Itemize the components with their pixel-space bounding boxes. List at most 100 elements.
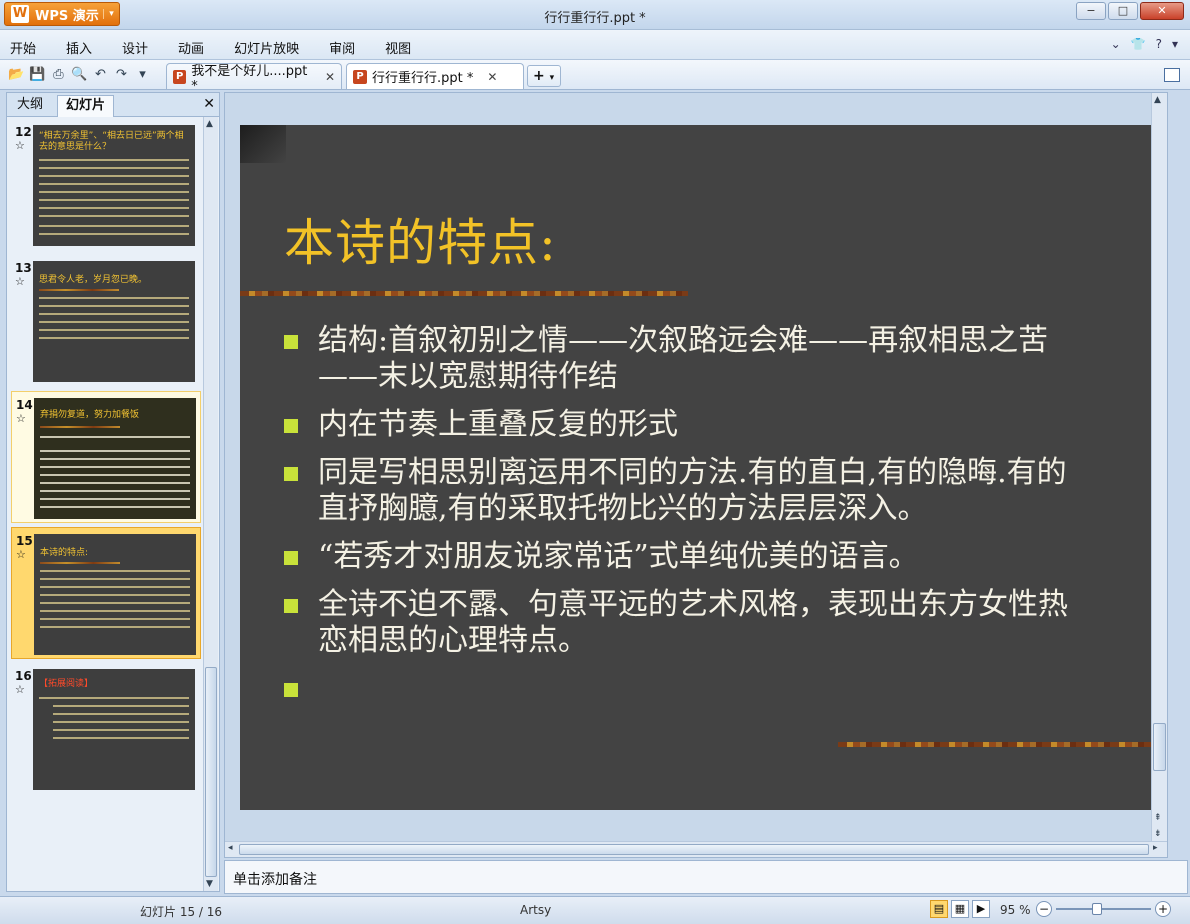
open-icon[interactable]: 📂 — [8, 66, 25, 83]
zoom-level: 95 % — [1000, 903, 1031, 917]
slide-title[interactable]: 本诗的特点: — [284, 203, 557, 275]
thumbnail-title: 本诗的特点: — [40, 548, 89, 558]
notes-area[interactable]: 单击添加备注 — [224, 860, 1188, 894]
slide-bullet-list[interactable]: 结构:首叙初别之情——次叙路远会难——再叙相思之苦——末以宽慰期待作结 内在节奏… — [284, 323, 1094, 719]
window-title: 行行重行行.ppt * — [544, 11, 646, 26]
animation-star-icon: ☆ — [16, 548, 26, 561]
bullet-item: 内在节奏上重叠反复的形式 — [284, 407, 1094, 443]
zoom-slider-handle[interactable] — [1091, 903, 1102, 915]
slide-thumbnail-12[interactable]: 12 ☆ “相去万余里”、“相去日已远”两个相去的意思是什么？ — [11, 119, 201, 251]
slide-editor: 本诗的特点: 结构:首叙初别之情——次叙路远会难——再叙相思之苦——末以宽慰期待… — [224, 92, 1168, 858]
chevron-down-icon[interactable]: ▾ — [1172, 37, 1178, 51]
dropdown-icon[interactable]: ▾ — [134, 66, 151, 83]
layout-icon[interactable] — [1164, 68, 1180, 82]
close-icon[interactable]: ✕ — [325, 70, 335, 84]
notes-placeholder: 单击添加备注 — [233, 872, 317, 888]
title-bar: W WPS 演示 ▾ 行行重行行.ppt * − □ ✕ — [0, 0, 1190, 30]
doc-tab-label: 行行重行行.ppt * — [372, 71, 474, 86]
close-icon[interactable]: ✕ — [487, 70, 497, 84]
undo-icon[interactable]: ↶ — [92, 66, 109, 83]
tab-outline[interactable]: 大纲 — [9, 95, 51, 117]
tab-slides[interactable]: 幻灯片 — [57, 95, 115, 117]
scrollbar-thumb[interactable] — [1153, 723, 1166, 771]
zoom-slider[interactable] — [1056, 908, 1151, 910]
thumbnail-preview: 本诗的特点: — [34, 534, 196, 655]
skin-icon[interactable]: 👕 — [1131, 37, 1146, 51]
slide-number: 13 — [15, 261, 32, 275]
scroll-left-icon[interactable]: ◂ — [228, 843, 233, 853]
doc-tab-2[interactable]: P 行行重行行.ppt * ✕ — [346, 63, 524, 89]
animation-star-icon: ☆ — [15, 275, 25, 288]
thumbnail-preview: 弃捐勿复道，努力加餐饭 — [34, 398, 196, 519]
help-icon[interactable]: ? — [1156, 37, 1162, 51]
bullet-item: 结构:首叙初别之情——次叙路远会难——再叙相思之苦——末以宽慰期待作结 — [284, 323, 1094, 395]
maximize-button[interactable]: □ — [1108, 2, 1138, 20]
ppt-file-icon: P — [173, 69, 187, 84]
slide-number: 15 — [16, 534, 33, 548]
quick-toolbar: 📂 💾 ⎙ 🔍 ↶ ↷ ▾ P 我不是个好儿....ppt * ✕ P 行行重行… — [0, 60, 1190, 94]
decorative-bar — [240, 291, 688, 296]
current-slide[interactable]: 本诗的特点: 结构:首叙初别之情——次叙路远会难——再叙相思之苦——末以宽慰期待… — [240, 125, 1154, 810]
slide-number: 12 — [15, 125, 32, 139]
menu-view[interactable]: 视图 — [385, 38, 411, 57]
slide-thumbnail-14[interactable]: 14 ☆ 弃捐勿复道，努力加餐饭 — [11, 391, 201, 523]
editor-horizontal-scrollbar[interactable]: ◂ ▸ — [225, 841, 1167, 857]
slide-sorter-icon[interactable]: ▦ — [951, 900, 969, 918]
prev-slide-icon[interactable]: ⇞ — [1154, 813, 1162, 823]
print-preview-icon[interactable]: 🔍 — [71, 66, 88, 83]
slide-number: 16 — [15, 669, 32, 683]
ppt-file-icon: P — [353, 69, 367, 84]
scroll-up-icon[interactable]: ▲ — [1154, 95, 1161, 105]
redo-icon[interactable]: ↷ — [113, 66, 130, 83]
editor-vertical-scrollbar[interactable]: ▲ ⇞ ⇟ — [1151, 93, 1167, 843]
bullet-item: 全诗不迫不露、句意平远的艺术风格，表现出东方女性热恋相思的心理特点。 — [284, 587, 1094, 659]
theme-name: Artsy — [520, 903, 552, 917]
zoom-in-icon[interactable]: + — [1155, 901, 1171, 917]
scrollbar-thumb[interactable] — [239, 844, 1149, 855]
menu-slideshow[interactable]: 幻灯片放映 — [234, 38, 299, 57]
slide-corner-decoration — [240, 125, 286, 163]
scroll-right-icon[interactable]: ▸ — [1153, 843, 1158, 853]
scrollbar-thumb[interactable] — [205, 667, 217, 877]
slides-pane: 大纲 幻灯片 ✕ 12 ☆ “相去万余里”、“相去日已远”两个相去的意思是什么？… — [6, 92, 220, 892]
menu-review[interactable]: 审阅 — [329, 38, 355, 57]
status-bar: 幻灯片 15 / 16 Artsy ▤ ▦ ▶ 95 % − + — [0, 896, 1190, 924]
slide-thumbnail-13[interactable]: 13 ☆ 思君令人老，岁月忽已晚。 — [11, 255, 201, 387]
menu-bar: 开始 插入 设计 动画 幻灯片放映 审阅 视图 ⌄ 👕 ? ▾ — [0, 30, 1190, 60]
animation-star-icon: ☆ — [15, 683, 25, 696]
minimize-button[interactable]: − — [1076, 2, 1106, 20]
close-icon[interactable]: ✕ — [203, 96, 215, 112]
slide-indicator: 幻灯片 15 / 16 — [140, 905, 223, 919]
chevron-down-icon[interactable]: ⌄ — [1111, 37, 1121, 51]
menu-start[interactable]: 开始 — [10, 38, 36, 57]
normal-view-icon[interactable]: ▤ — [930, 900, 948, 918]
bullet-item-empty — [284, 671, 1094, 707]
scroll-up-icon[interactable]: ▲ — [206, 119, 213, 129]
menu-insert[interactable]: 插入 — [66, 38, 92, 57]
slide-thumbnail-15[interactable]: 15 ☆ 本诗的特点: — [11, 527, 201, 659]
doc-tab-1[interactable]: P 我不是个好儿....ppt * ✕ — [166, 63, 342, 94]
slide-number: 14 — [16, 398, 33, 412]
zoom-out-icon[interactable]: − — [1036, 901, 1052, 917]
new-tab-button[interactable]: + ▾ — [527, 65, 561, 87]
save-icon[interactable]: 💾 — [29, 66, 46, 83]
thumbnail-title: 弃捐勿复道，努力加餐饭 — [40, 410, 140, 420]
thumbnail-preview: “相去万余里”、“相去日已远”两个相去的意思是什么？ — [33, 125, 195, 246]
close-button[interactable]: ✕ — [1140, 2, 1184, 20]
thumbnail-preview: 思君令人老，岁月忽已晚。 — [33, 261, 195, 382]
animation-star-icon: ☆ — [15, 139, 25, 152]
scroll-down-icon[interactable]: ▼ — [206, 879, 213, 889]
thumbnail-title: 思君令人老，岁月忽已晚。 — [39, 275, 148, 285]
thumbnail-title: 【拓展阅读】 — [39, 679, 94, 689]
slideshow-icon[interactable]: ▶ — [972, 900, 990, 918]
menu-animation[interactable]: 动画 — [178, 38, 204, 57]
print-icon[interactable]: ⎙ — [50, 66, 67, 83]
menu-design[interactable]: 设计 — [122, 38, 148, 57]
slides-pane-scrollbar[interactable]: ▲ ▼ — [203, 117, 218, 891]
next-slide-icon[interactable]: ⇟ — [1154, 829, 1162, 839]
thumbnail-title: “相去万余里”、“相去日已远”两个相去的意思是什么？ — [39, 131, 184, 152]
decorative-bar — [838, 742, 1154, 747]
slide-thumbnail-16[interactable]: 16 ☆ 【拓展阅读】 — [11, 663, 201, 795]
thumbnail-preview: 【拓展阅读】 — [33, 669, 195, 790]
bullet-item: 同是写相思别离运用不同的方法.有的直白,有的隐晦.有的直抒胸臆,有的采取托物比兴… — [284, 455, 1094, 527]
